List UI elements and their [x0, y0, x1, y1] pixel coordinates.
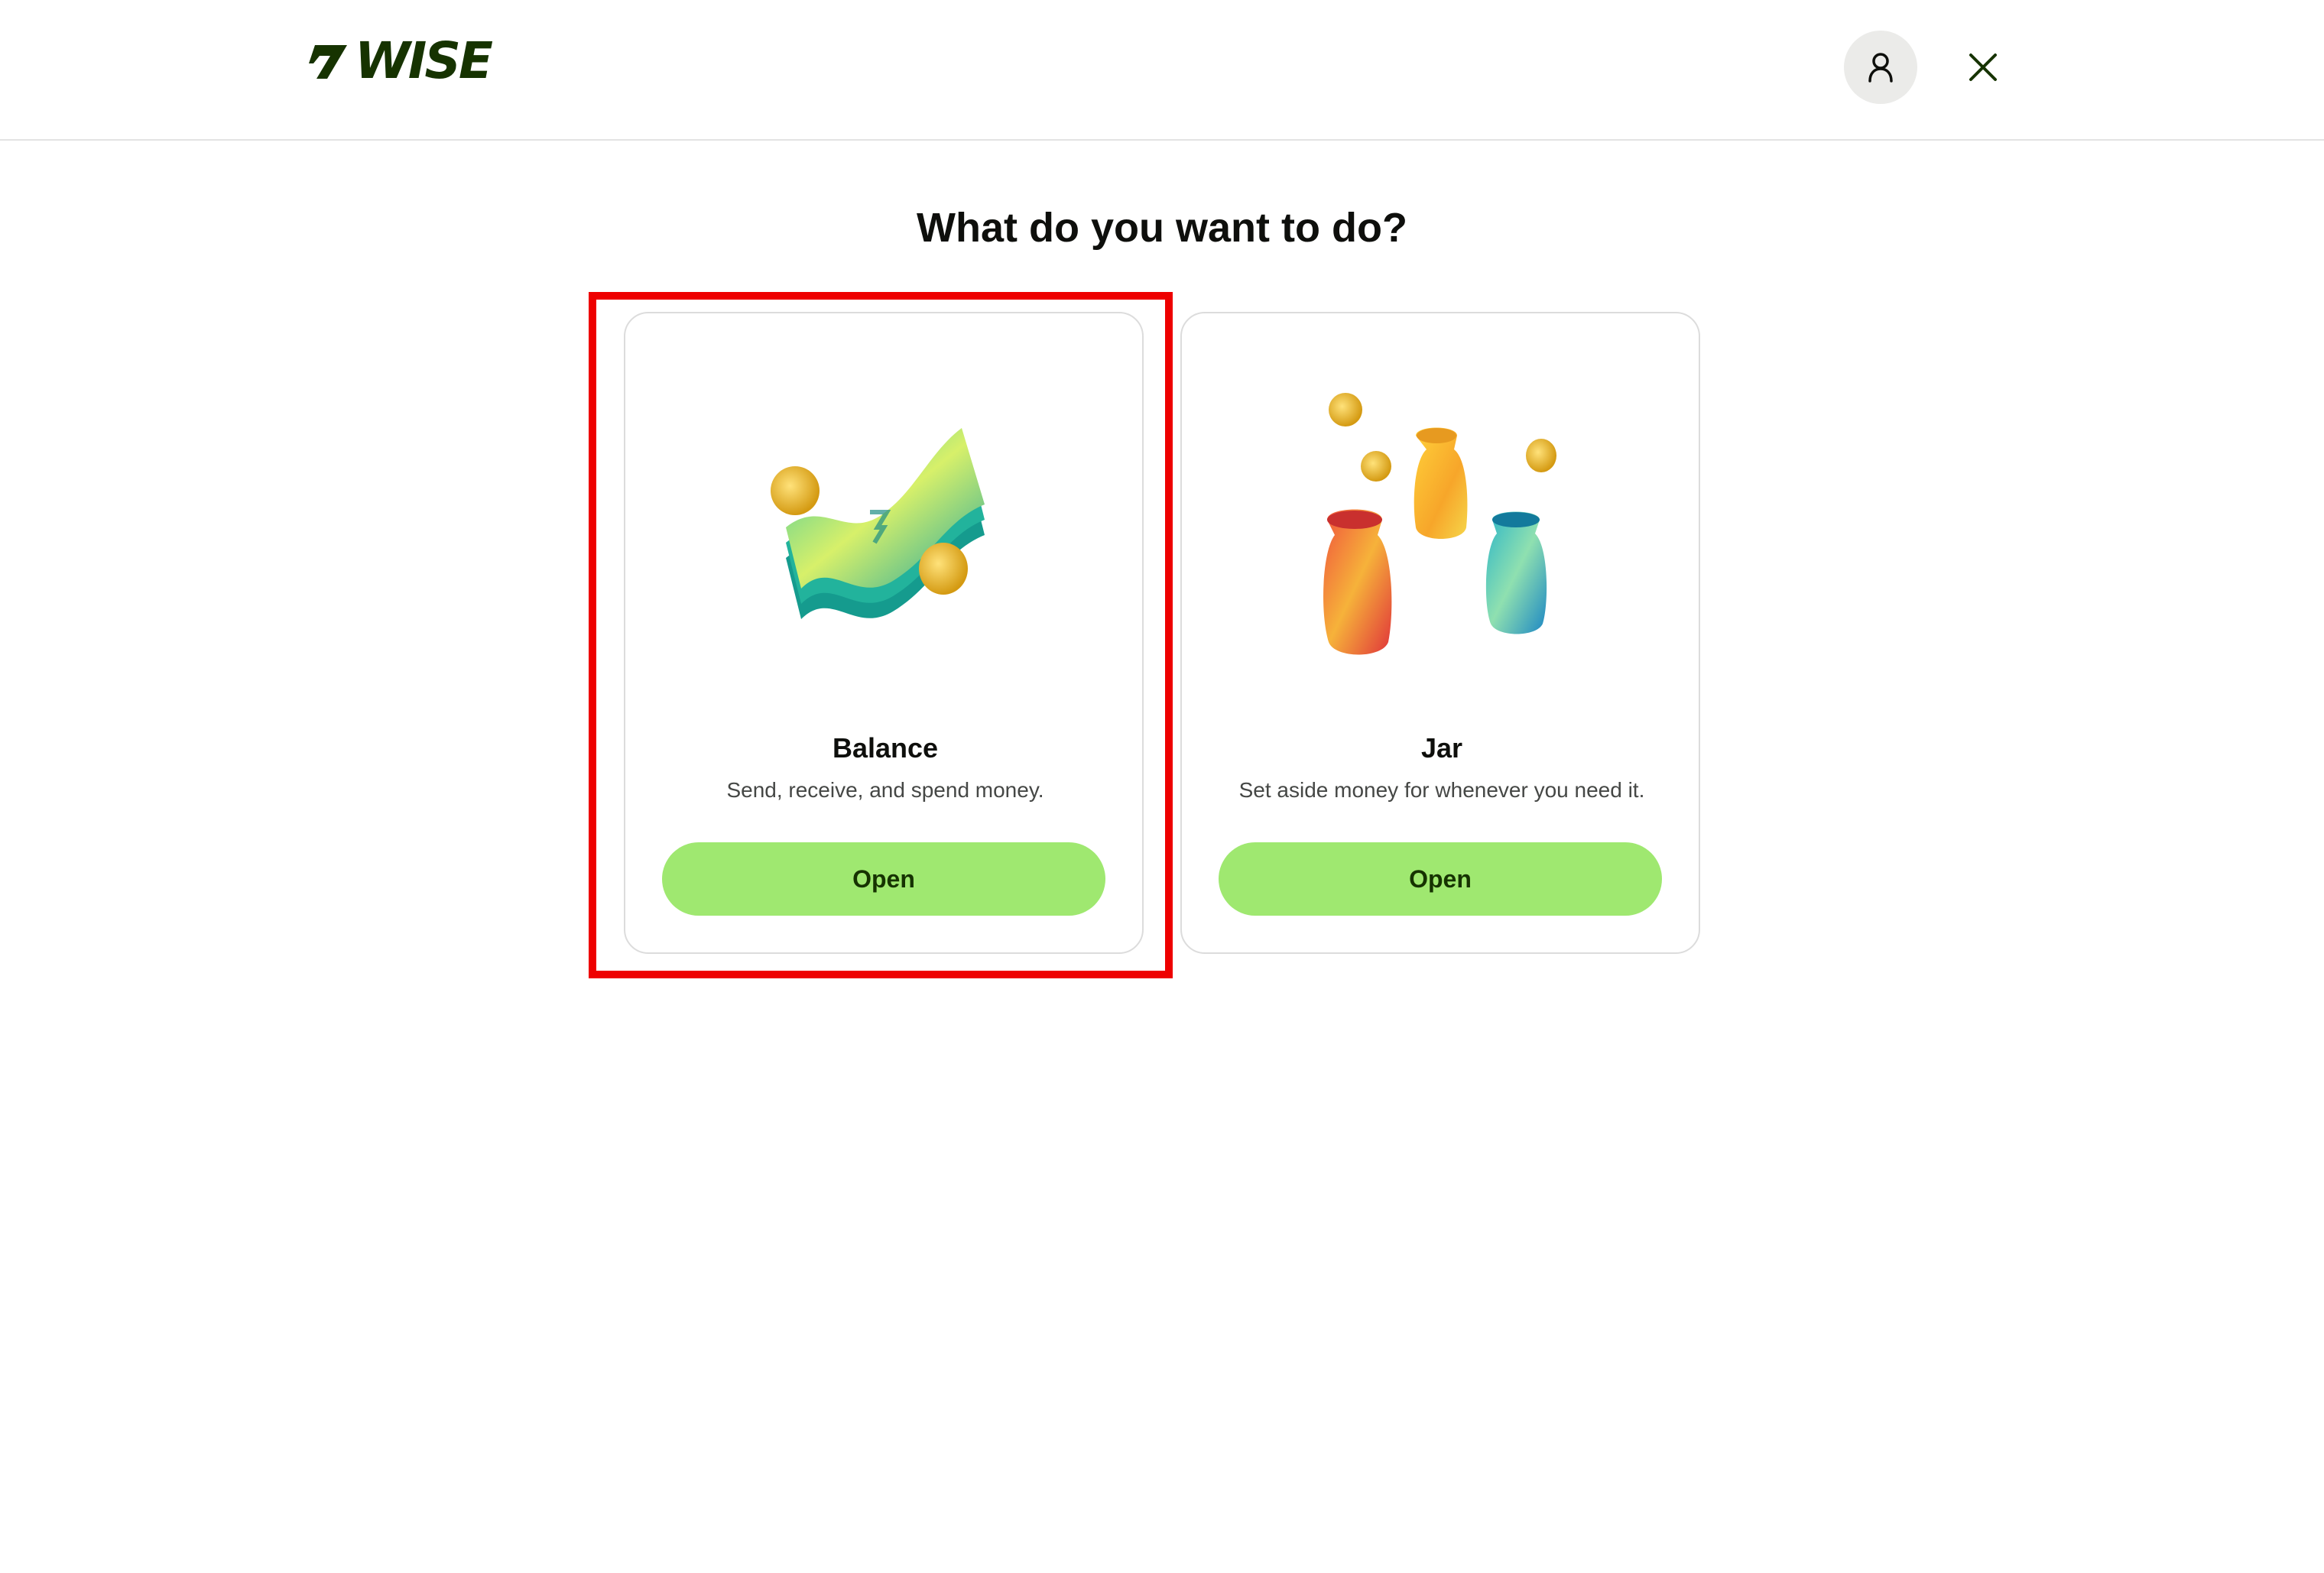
- banknotes-illustration: [625, 375, 1145, 680]
- jars-illustration: [1182, 375, 1702, 680]
- wise-flag-icon: [309, 45, 347, 79]
- card-description: Send, receive, and spend money.: [726, 778, 1044, 802]
- close-button[interactable]: [1957, 41, 2009, 93]
- card-title: Jar: [1420, 732, 1463, 764]
- wise-logo[interactable]: WISE: [309, 31, 493, 90]
- card-title: Balance: [832, 732, 939, 764]
- card-description: Set aside money for whenever you need it…: [1238, 778, 1645, 802]
- jar-card[interactable]: Jar Set aside money for whenever you nee…: [1180, 312, 1700, 954]
- page-title: What do you want to do?: [917, 205, 1407, 251]
- open-jar-button[interactable]: Open: [1219, 842, 1662, 916]
- balance-card[interactable]: Balance Send, receive, and spend money. …: [624, 312, 1144, 954]
- user-icon: [1868, 53, 1893, 83]
- close-icon: [1969, 54, 1997, 81]
- open-balance-button[interactable]: Open: [662, 842, 1105, 916]
- page: WISE What do you want to do? Balance Sen…: [0, 0, 2324, 1573]
- top-header: WISE: [0, 0, 2324, 141]
- logo-text: WISE: [355, 31, 493, 90]
- account-button[interactable]: [1844, 31, 1917, 104]
